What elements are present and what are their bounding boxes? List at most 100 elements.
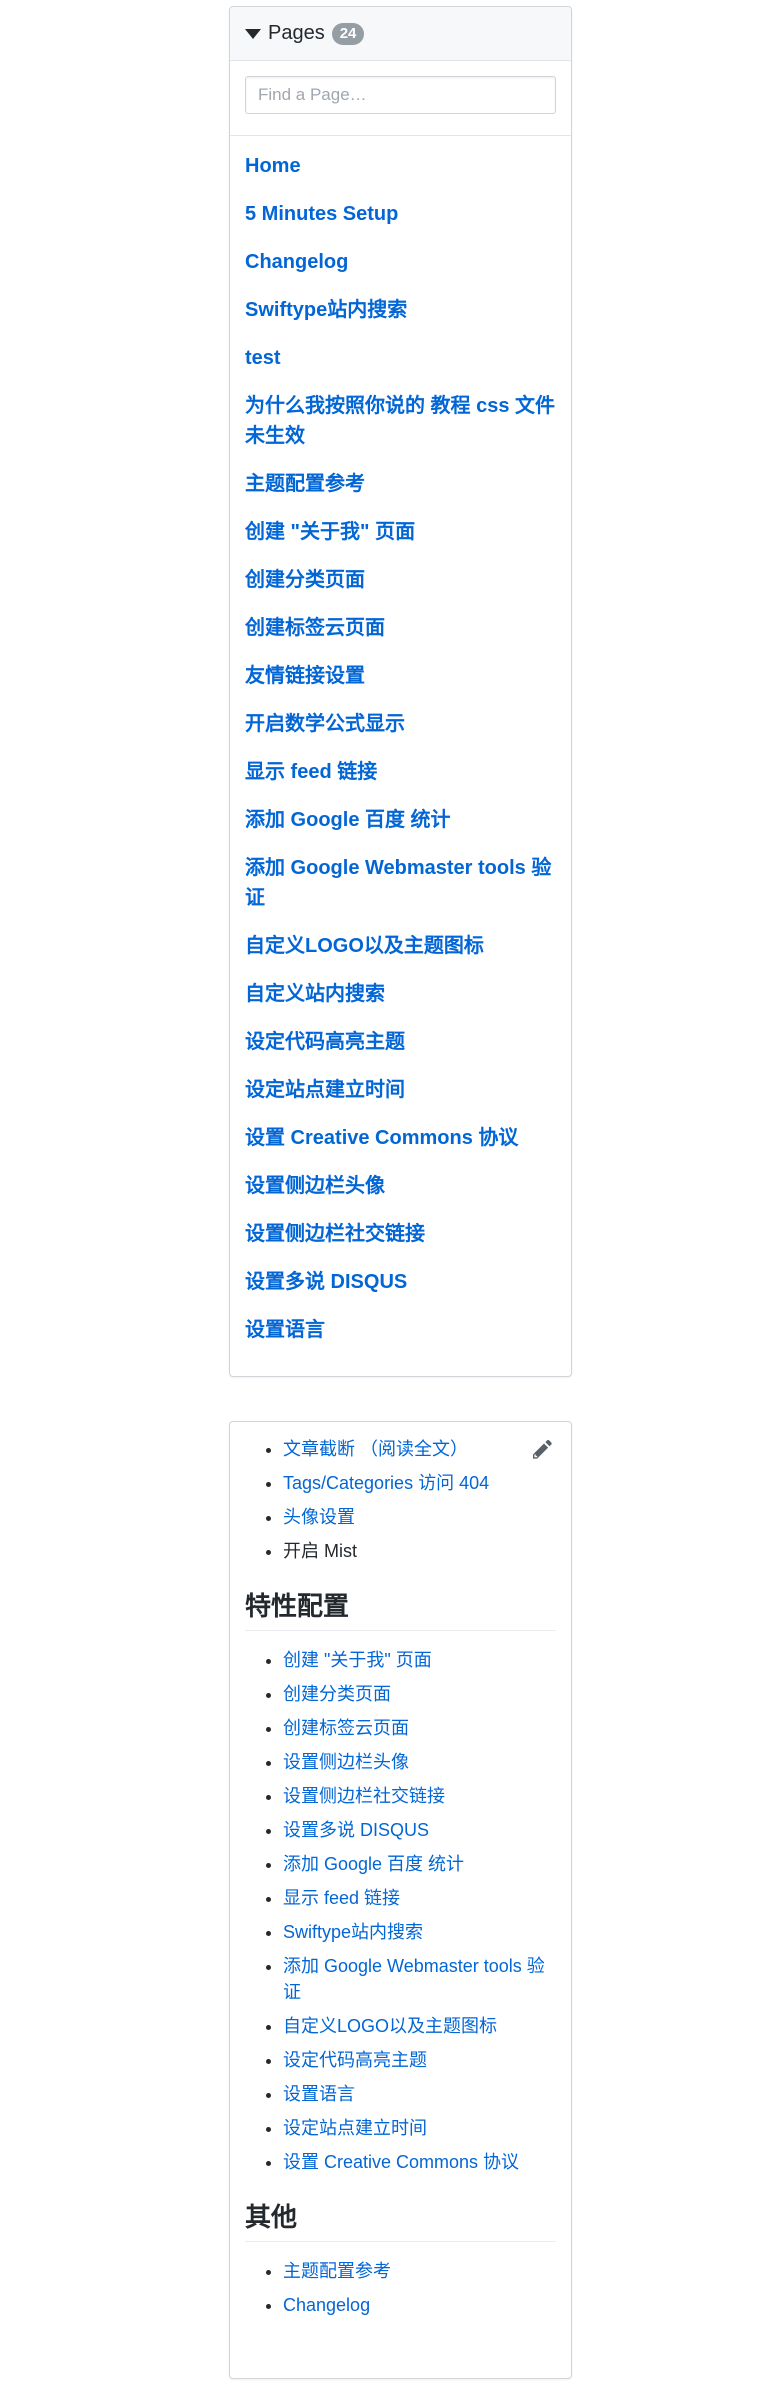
- page-link[interactable]: 设定站点建立时间: [245, 1079, 405, 1101]
- toc-link[interactable]: 添加 Google Webmaster tools 验证: [283, 1956, 545, 2002]
- toc-link[interactable]: Swiftype站内搜索: [283, 1922, 423, 1942]
- page-link[interactable]: 设置多说 DISQUS: [245, 1271, 407, 1293]
- toc-link[interactable]: 设置侧边栏社交链接: [283, 1786, 445, 1806]
- page-link[interactable]: 为什么我按照你说的 教程 css 文件未生效: [245, 395, 555, 447]
- list-item: 主题配置参考: [245, 460, 556, 508]
- toc-link[interactable]: 显示 feed 链接: [283, 1888, 400, 1908]
- list-item: test: [245, 334, 556, 382]
- toc-link[interactable]: 创建分类页面: [283, 1684, 391, 1704]
- pages-panel-title: Pages: [268, 22, 325, 44]
- other-list: 主题配置参考 Changelog: [245, 2258, 556, 2318]
- list-item: Home: [245, 142, 556, 190]
- page-link[interactable]: Changelog: [245, 251, 348, 273]
- toc-link[interactable]: 设定代码高亮主题: [283, 2050, 427, 2070]
- list-item: 显示 feed 链接: [283, 1885, 556, 1911]
- page-link[interactable]: 设定代码高亮主题: [245, 1031, 405, 1053]
- list-item: 创建 "关于我" 页面: [245, 508, 556, 556]
- page-link[interactable]: 主题配置参考: [245, 473, 365, 495]
- page-link[interactable]: test: [245, 347, 281, 369]
- list-item: 添加 Google Webmaster tools 验证: [245, 844, 556, 922]
- list-item: 自定义LOGO以及主题图标: [245, 922, 556, 970]
- list-item: 创建分类页面: [245, 556, 556, 604]
- toc-link[interactable]: Changelog: [283, 2295, 370, 2315]
- list-item: 设置侧边栏头像: [245, 1162, 556, 1210]
- toc-text: 开启 Mist: [283, 1541, 357, 1561]
- list-item: 开启 Mist: [283, 1538, 556, 1564]
- pages-count-badge: 24: [331, 22, 365, 45]
- list-item: 头像设置: [283, 1504, 556, 1530]
- list-item: 设置语言: [283, 2081, 556, 2107]
- features-list: 创建 "关于我" 页面 创建分类页面 创建标签云页面 设置侧边栏头像 设置侧边栏…: [245, 1647, 556, 2175]
- list-item: 设置语言: [245, 1306, 556, 1354]
- page-link[interactable]: 创建标签云页面: [245, 617, 385, 639]
- page-link[interactable]: 设置侧边栏社交链接: [245, 1223, 425, 1245]
- page-link[interactable]: 设置侧边栏头像: [245, 1175, 385, 1197]
- toc-link[interactable]: 添加 Google 百度 统计: [283, 1854, 464, 1874]
- list-item: 为什么我按照你说的 教程 css 文件未生效: [245, 382, 556, 460]
- toc-link[interactable]: 设置多说 DISQUS: [283, 1820, 429, 1840]
- list-item: 设置多说 DISQUS: [245, 1258, 556, 1306]
- list-item: 创建 "关于我" 页面: [283, 1647, 556, 1673]
- list-item: 设置 Creative Commons 协议: [245, 1114, 556, 1162]
- list-item: 添加 Google Webmaster tools 验证: [283, 1953, 556, 2005]
- list-item: 主题配置参考: [283, 2258, 556, 2284]
- list-item: 5 Minutes Setup: [245, 190, 556, 238]
- list-item: Changelog: [245, 238, 556, 286]
- pages-panel-header[interactable]: Pages 24: [230, 7, 571, 61]
- toc-link[interactable]: 文章截断 （阅读全文）: [283, 1439, 468, 1459]
- list-item: 开启数学公式显示: [245, 700, 556, 748]
- list-item: 设定站点建立时间: [245, 1066, 556, 1114]
- page-link[interactable]: 自定义LOGO以及主题图标: [245, 935, 484, 957]
- toc-top-list: 文章截断 （阅读全文） Tags/Categories 访问 404 头像设置 …: [245, 1436, 556, 1564]
- list-item: 创建标签云页面: [283, 1715, 556, 1741]
- list-item: 设定代码高亮主题: [245, 1018, 556, 1066]
- page-filter-container: [230, 61, 571, 136]
- toc-link[interactable]: 创建标签云页面: [283, 1718, 409, 1738]
- list-item: 设置 Creative Commons 协议: [283, 2149, 556, 2175]
- section-heading-other: 其他: [245, 2199, 556, 2242]
- page-link[interactable]: 添加 Google Webmaster tools 验证: [245, 857, 551, 909]
- list-item: 设置侧边栏社交链接: [245, 1210, 556, 1258]
- page-link[interactable]: 显示 feed 链接: [245, 761, 377, 783]
- toc-link[interactable]: 自定义LOGO以及主题图标: [283, 2016, 497, 2036]
- list-item: Swiftype站内搜索: [283, 1919, 556, 1945]
- toc-link[interactable]: Tags/Categories 访问 404: [283, 1473, 489, 1493]
- toc-link[interactable]: 主题配置参考: [283, 2261, 391, 2281]
- page-link[interactable]: Swiftype站内搜索: [245, 299, 407, 321]
- list-item: 创建分类页面: [283, 1681, 556, 1707]
- page-list: Home 5 Minutes Setup Changelog Swiftype站…: [230, 136, 571, 1354]
- list-item: 自定义LOGO以及主题图标: [283, 2013, 556, 2039]
- toc-link[interactable]: 创建 "关于我" 页面: [283, 1650, 432, 1670]
- list-item: 设置多说 DISQUS: [283, 1817, 556, 1843]
- toc-link[interactable]: 设置 Creative Commons 协议: [283, 2152, 519, 2172]
- list-item: 设置侧边栏社交链接: [283, 1783, 556, 1809]
- find-page-input[interactable]: [245, 76, 556, 114]
- list-item: 添加 Google 百度 统计: [245, 796, 556, 844]
- page-link[interactable]: Home: [245, 155, 301, 177]
- list-item: 设置侧边栏头像: [283, 1749, 556, 1775]
- toc-link[interactable]: 设置语言: [283, 2084, 355, 2104]
- caret-down-icon[interactable]: [245, 28, 261, 39]
- list-item: 设定代码高亮主题: [283, 2047, 556, 2073]
- list-item: 创建标签云页面: [245, 604, 556, 652]
- toc-link[interactable]: 设定站点建立时间: [283, 2118, 427, 2138]
- list-item: 设定站点建立时间: [283, 2115, 556, 2141]
- page-link[interactable]: 设置语言: [245, 1319, 325, 1341]
- list-item: 友情链接设置: [245, 652, 556, 700]
- list-item: 文章截断 （阅读全文）: [283, 1436, 556, 1462]
- section-heading-features: 特性配置: [245, 1588, 556, 1631]
- page-link[interactable]: 开启数学公式显示: [245, 713, 405, 735]
- toc-link[interactable]: 设置侧边栏头像: [283, 1752, 409, 1772]
- page-link[interactable]: 自定义站内搜索: [245, 983, 385, 1005]
- list-item: Changelog: [283, 2292, 556, 2318]
- page-link[interactable]: 友情链接设置: [245, 665, 365, 687]
- pencil-icon[interactable]: [533, 1438, 555, 1460]
- page-link[interactable]: 5 Minutes Setup: [245, 203, 398, 225]
- page-link[interactable]: 创建分类页面: [245, 569, 365, 591]
- page-link[interactable]: 添加 Google 百度 统计: [245, 809, 451, 831]
- page-link[interactable]: 创建 "关于我" 页面: [245, 521, 415, 543]
- toc-link[interactable]: 头像设置: [283, 1507, 355, 1527]
- list-item: 自定义站内搜索: [245, 970, 556, 1018]
- page-link[interactable]: 设置 Creative Commons 协议: [245, 1127, 518, 1149]
- pages-panel: Pages 24 Home 5 Minutes Setup Changelog …: [229, 6, 572, 1377]
